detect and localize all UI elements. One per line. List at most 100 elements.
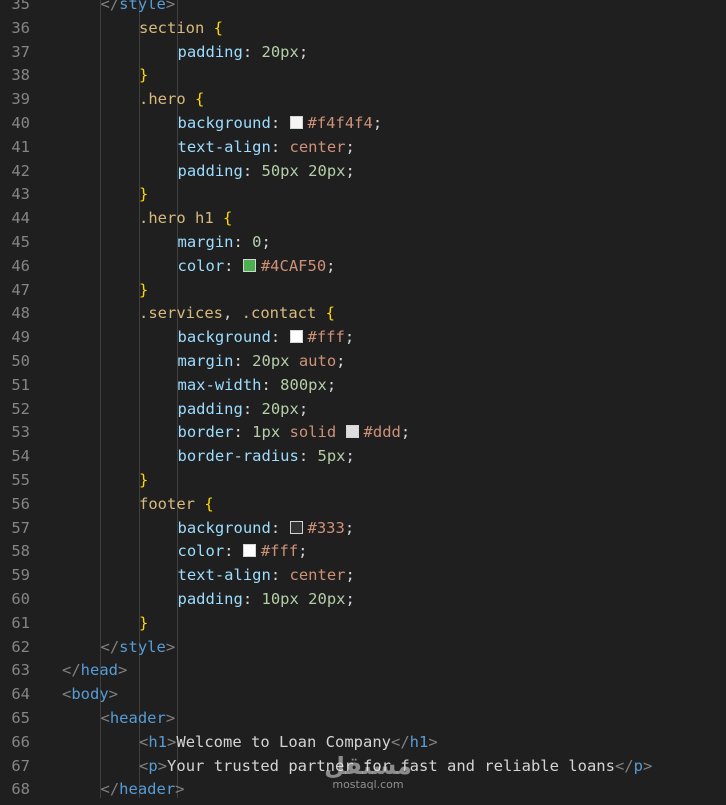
line-number: 44 <box>11 209 30 228</box>
code-token: > <box>118 661 128 680</box>
code-token: ; <box>336 351 346 370</box>
code-token: </ <box>62 661 81 680</box>
code-token: </ <box>100 0 120 13</box>
color-swatch[interactable] <box>289 330 303 344</box>
code-token: ; <box>345 589 355 608</box>
code-line[interactable]: 35 </style> <box>0 0 726 17</box>
code-token: : <box>242 589 262 608</box>
code-line[interactable]: 46 color: #4CAF50; <box>0 255 726 279</box>
code-line[interactable]: 56 footer { <box>0 493 726 517</box>
code-token: h1 <box>195 209 214 228</box>
code-text: background: #fff; <box>178 326 355 350</box>
color-swatch[interactable] <box>289 520 303 534</box>
code-token: head <box>80 661 118 680</box>
code-text: padding: 50px 20px; <box>178 160 355 184</box>
code-line[interactable]: 38} <box>0 64 726 88</box>
line-number: 46 <box>11 256 30 275</box>
code-line[interactable]: 43} <box>0 183 726 207</box>
code-token: </ <box>391 732 410 751</box>
color-swatch[interactable] <box>242 258 256 272</box>
code-token: #fff <box>260 542 299 561</box>
line-number: 53 <box>11 423 30 442</box>
code-text: color: #4CAF50; <box>178 255 336 279</box>
code-line[interactable]: 62 </style> <box>0 636 726 660</box>
line-number: 68 <box>11 780 30 799</box>
code-token: color <box>177 542 225 561</box>
code-line[interactable]: 61} <box>0 612 726 636</box>
line-number: 62 <box>11 637 30 656</box>
line-number: 35 <box>11 0 30 13</box>
code-text: <body> <box>62 683 118 707</box>
code-line[interactable]: 58 color: #fff; <box>0 540 726 564</box>
code-line[interactable]: 65 <header> <box>0 707 726 731</box>
code-token: Welcome to Loan Company <box>176 732 391 751</box>
code-token: ; <box>372 113 383 132</box>
code-token: : <box>224 542 243 561</box>
code-token: .hero <box>139 209 186 228</box>
code-line[interactable]: 54 border-radius: 5px; <box>0 445 726 469</box>
code-line[interactable]: 60 padding: 10px 20px; <box>0 588 726 612</box>
code-line[interactable]: 42 padding: 50px 20px; <box>0 160 726 184</box>
code-text: } <box>139 612 148 636</box>
code-token: header <box>119 780 176 799</box>
code-line[interactable]: 48 .services, .contact { <box>0 302 726 326</box>
code-line[interactable]: 63 </head> <box>0 659 726 683</box>
code-token: ; <box>400 423 411 442</box>
code-line[interactable]: 55} <box>0 469 726 493</box>
color-swatch[interactable] <box>242 544 256 558</box>
code-token: : <box>261 375 281 394</box>
code-token: > <box>165 708 176 727</box>
code-token: ; <box>345 447 355 466</box>
code-text: } <box>139 469 148 493</box>
code-token: > <box>157 756 168 775</box>
code-line[interactable]: 57 background: #333; <box>0 517 726 541</box>
code-text: </style> <box>101 0 176 17</box>
code-token: ; <box>298 399 309 418</box>
code-line[interactable]: 53 border: 1px solid #ddd; <box>0 421 726 445</box>
mostaql-watermark: مستقل mostaql.com <box>318 754 418 794</box>
code-text: <h1>Welcome to Loan Company</h1> <box>139 731 438 755</box>
code-text: margin: 20px auto; <box>178 350 346 374</box>
code-token: > <box>175 780 185 799</box>
code-token: > <box>108 685 119 704</box>
code-token: </ <box>100 637 120 656</box>
color-swatch[interactable] <box>345 425 359 439</box>
code-token: margin <box>177 232 234 251</box>
code-token: ; <box>344 328 355 347</box>
code-text: </head> <box>62 659 127 683</box>
color-swatch[interactable] <box>289 115 303 129</box>
code-line[interactable]: 52 padding: 20px; <box>0 398 726 422</box>
code-text: .hero h1 { <box>139 207 232 231</box>
code-line[interactable]: 50 margin: 20px auto; <box>0 350 726 374</box>
code-line[interactable]: 66 <h1>Welcome to Loan Company</h1> <box>0 731 726 755</box>
code-line[interactable]: 37 padding: 20px; <box>0 41 726 65</box>
code-token: background <box>177 113 271 132</box>
code-line[interactable]: 44 .hero h1 { <box>0 207 726 231</box>
code-line[interactable]: 36 section { <box>0 17 726 41</box>
code-line[interactable]: 47} <box>0 279 726 303</box>
code-line[interactable]: 45 margin: 0; <box>0 231 726 255</box>
code-line[interactable]: 40 background: #f4f4f4; <box>0 112 726 136</box>
code-token: ; <box>345 137 355 156</box>
code-token: #f4f4f4 <box>307 113 373 132</box>
code-token: > <box>165 637 176 656</box>
code-token: .services <box>139 304 223 323</box>
code-editor[interactable]: 35 </style> 36 section {37 padding: 20px; 38}… <box>0 0 726 802</box>
code-token: .contact <box>241 304 317 323</box>
code-line[interactable]: 51 max-width: 800px; <box>0 374 726 398</box>
code-token: : <box>242 161 262 180</box>
code-token: ; <box>344 518 355 537</box>
code-line[interactable]: 41 text-align: center; <box>0 136 726 160</box>
code-token: margin <box>177 351 234 370</box>
code-text: <header> <box>101 707 176 731</box>
code-line[interactable]: 64 <body> <box>0 683 726 707</box>
line-number: 41 <box>11 137 30 156</box>
line-number: 49 <box>11 328 30 347</box>
code-token: </ <box>100 780 120 799</box>
code-token: 10px <box>261 589 299 608</box>
code-line[interactable]: 59 text-align: center; <box>0 564 726 588</box>
code-line[interactable]: 39 .hero { <box>0 88 726 112</box>
code-line[interactable]: 49 background: #fff; <box>0 326 726 350</box>
